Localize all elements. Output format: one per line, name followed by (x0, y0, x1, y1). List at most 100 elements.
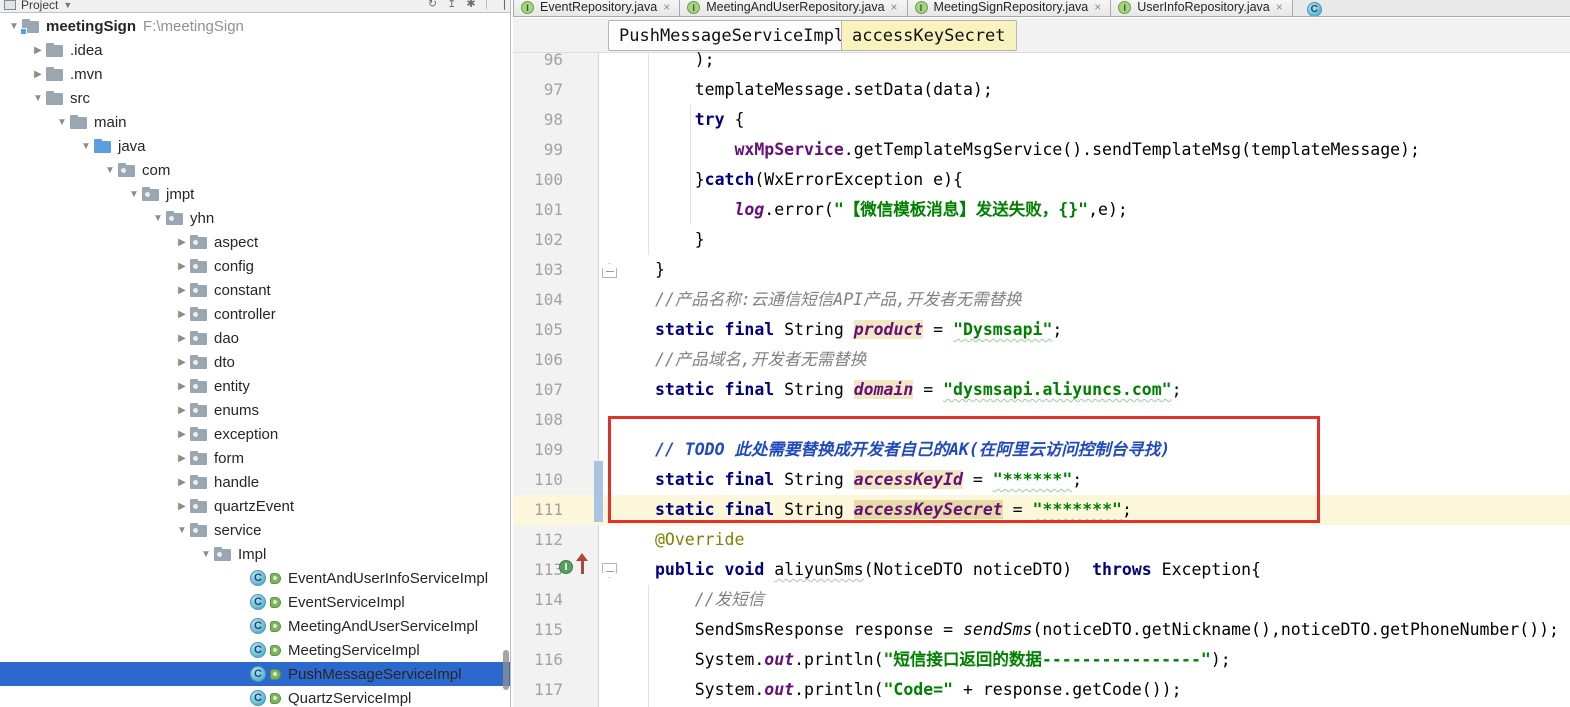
tree-item-meetingsign[interactable]: ▼ meetingSign F:\meetingSign (0, 14, 510, 38)
chevron-right-icon[interactable]: ▶ (174, 357, 190, 368)
chevron-right-icon[interactable]: ▶ (174, 261, 190, 272)
code-line-111[interactable]: static final String accessKeySecret = "*… (655, 495, 1132, 525)
chevron-down-icon[interactable]: ▼ (174, 525, 190, 536)
tree-item-quartzserviceimpl[interactable]: C QuartzServiceImpl (0, 686, 510, 707)
code-line-115[interactable]: SendSmsResponse response = sendSms(notic… (655, 615, 1559, 645)
chevron-right-icon[interactable]: ▶ (174, 429, 190, 440)
locate-icon[interactable]: ↻ (428, 0, 437, 10)
dropdown-arrow-icon[interactable]: ▼ (63, 0, 72, 10)
chevron-right-icon[interactable]: ▶ (30, 45, 46, 56)
code-line-103[interactable]: } (655, 255, 665, 285)
editor-tab-meetinganduserrepository-java[interactable]: I MeetingAndUserRepository.java × (680, 0, 908, 16)
tree-item-quartzevent[interactable]: ▶ quartzEvent (0, 494, 510, 518)
chevron-right-icon[interactable]: ▶ (174, 477, 190, 488)
tree-item-jmpt[interactable]: ▼ jmpt (0, 182, 510, 206)
chevron-right-icon[interactable]: ▶ (174, 405, 190, 416)
fold-marker-icon[interactable] (602, 563, 617, 578)
code-line-110[interactable]: static final String accessKeyId = "*****… (655, 465, 1082, 495)
tree-item-aspect[interactable]: ▶ aspect (0, 230, 510, 254)
code-line-106[interactable]: //产品域名,开发者无需替换 (655, 345, 866, 375)
chevron-right-icon[interactable]: ▶ (174, 381, 190, 392)
project-panel-title[interactable]: Project (21, 0, 58, 12)
editor-tab-userinforepository-java[interactable]: I UserInfoRepository.java × (1111, 0, 1293, 16)
tree-item-eventanduserinfoserviceimpl[interactable]: C EventAndUserInfoServiceImpl (0, 566, 510, 590)
tree-item-handle[interactable]: ▶ handle (0, 470, 510, 494)
tree-item-exception[interactable]: ▶ exception (0, 422, 510, 446)
code-line-116[interactable]: System.out.println("短信接口返回的数据-----------… (655, 645, 1231, 675)
chevron-right-icon[interactable]: ▶ (30, 69, 46, 80)
tree-item-java[interactable]: ▼ java (0, 134, 510, 158)
settings-gear-icon[interactable]: ✱ (466, 0, 475, 10)
tree-item-constant[interactable]: ▶ constant (0, 278, 510, 302)
code-line-105[interactable]: static final String product = "Dysmsapi"… (655, 315, 1062, 345)
tab-close-icon[interactable]: × (1276, 0, 1283, 14)
chevron-right-icon[interactable]: ▶ (174, 309, 190, 320)
code-line-98[interactable]: try { (655, 105, 745, 135)
package-folder-icon (190, 307, 207, 321)
tree-item-config[interactable]: ▶ config (0, 254, 510, 278)
code-line-96[interactable]: ); (655, 45, 715, 75)
tree-item-impl[interactable]: ▼ Impl (0, 542, 510, 566)
chevron-down-icon[interactable]: ▼ (54, 117, 70, 128)
chevron-right-icon[interactable]: ▶ (174, 285, 190, 296)
chevron-down-icon[interactable]: ▼ (150, 213, 166, 224)
tab-close-icon[interactable]: × (891, 0, 898, 14)
chevron-down-icon[interactable]: ▼ (30, 93, 46, 104)
chevron-down-icon[interactable]: ▼ (102, 165, 118, 176)
code-line-107[interactable]: static final String domain = "dysmsapi.a… (655, 375, 1182, 405)
code-line-104[interactable]: //产品名称:云通信短信API产品,开发者无需替换 (655, 285, 1022, 315)
chevron-right-icon[interactable]: ▶ (174, 333, 190, 344)
tree-item-dto[interactable]: ▶ dto (0, 350, 510, 374)
line-number: 114 (534, 590, 563, 609)
collapse-all-icon[interactable]: ↥ (447, 0, 456, 10)
implements-method-icon[interactable]: I (559, 560, 573, 574)
tree-item-form[interactable]: ▶ form (0, 446, 510, 470)
code-line-109[interactable]: // TODO 此处需要替换成开发者自己的AK(在阿里云访问控制台寻找) (655, 435, 1170, 465)
code-line-100[interactable]: }catch(WxErrorException e){ (655, 165, 963, 195)
tab-close-icon[interactable]: × (663, 0, 670, 14)
code-line-112[interactable]: @Override (655, 525, 744, 555)
tree-item-service[interactable]: ▼ service (0, 518, 510, 542)
tree-item-controller[interactable]: ▶ controller (0, 302, 510, 326)
editor-tab-eventrepository-java[interactable]: I EventRepository.java × (513, 0, 681, 16)
vcs-change-marker[interactable] (594, 461, 603, 522)
code-line-117[interactable]: System.out.println("Code=" + response.ge… (655, 675, 1182, 705)
tree-item-eventserviceimpl[interactable]: C EventServiceImpl (0, 590, 510, 614)
tree-item-entity[interactable]: ▶ entity (0, 374, 510, 398)
editor-tab-meetingsignrepository-java[interactable]: I MeetingSignRepository.java × (907, 0, 1112, 16)
search-term-box[interactable]: accessKeySecret (841, 20, 1017, 51)
chevron-right-icon[interactable]: ▶ (174, 501, 190, 512)
code-line-102[interactable]: } (655, 225, 705, 255)
code-line-114[interactable]: //发短信 (655, 585, 764, 615)
tree-item-meetingserviceimpl[interactable]: C MeetingServiceImpl (0, 638, 510, 662)
code-line-101[interactable]: log.error("【微信模板消息】发送失败，{}",e); (655, 195, 1127, 225)
hide-panel-icon[interactable]: ▕ (497, 0, 505, 10)
tree-item-label: entity (214, 377, 250, 395)
package-folder-icon (190, 259, 207, 273)
chevron-down-icon[interactable]: ▼ (198, 549, 214, 560)
chevron-right-icon[interactable]: ▶ (174, 237, 190, 248)
code-line-97[interactable]: templateMessage.setData(data); (655, 75, 993, 105)
class-breadcrumb-box[interactable]: PushMessageServiceImpl (608, 20, 856, 51)
tab-close-icon[interactable]: × (1094, 0, 1101, 14)
tree-item--mvn[interactable]: ▶ .mvn (0, 62, 510, 86)
tree-item-com[interactable]: ▼ com (0, 158, 510, 182)
tree-item-label: exception (214, 425, 279, 443)
tree-item-dao[interactable]: ▶ dao (0, 326, 510, 350)
project-panel-scrollbar[interactable] (503, 650, 509, 690)
chevron-down-icon[interactable]: ▼ (78, 141, 94, 152)
override-up-arrow-icon[interactable] (576, 553, 588, 575)
fold-marker-icon[interactable] (602, 263, 617, 278)
tree-item--idea[interactable]: ▶ .idea (0, 38, 510, 62)
tree-item-enums[interactable]: ▶ enums (0, 398, 510, 422)
editor-area[interactable]: I EventRepository.java × I MeetingAndUserRep… (513, 0, 1570, 707)
chevron-down-icon[interactable]: ▼ (126, 189, 142, 200)
code-line-99[interactable]: wxMpService.getTemplateMsgService().send… (655, 135, 1419, 165)
tree-item-yhn[interactable]: ▼ yhn (0, 206, 510, 230)
tree-item-main[interactable]: ▼ main (0, 110, 510, 134)
tree-item-src[interactable]: ▼ src (0, 86, 510, 110)
tree-item-pushmessageserviceimpl[interactable]: C PushMessageServiceImpl (0, 662, 510, 686)
code-line-113[interactable]: public void aliyunSms(NoticeDTO noticeDT… (655, 555, 1261, 585)
chevron-right-icon[interactable]: ▶ (174, 453, 190, 464)
tree-item-meetinganduserserviceimpl[interactable]: C MeetingAndUserServiceImpl (0, 614, 510, 638)
